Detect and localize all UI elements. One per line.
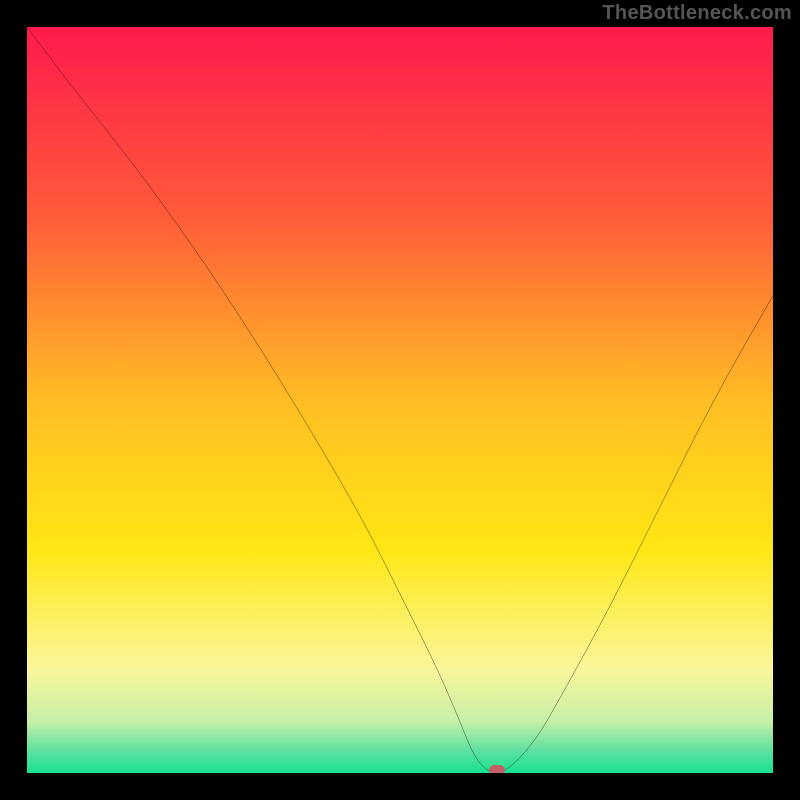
bottleneck-curve: [27, 27, 773, 773]
optimal-point-marker: [489, 765, 505, 773]
watermark-text: TheBottleneck.com: [602, 2, 792, 25]
plot-area: [27, 27, 773, 773]
chart-frame: TheBottleneck.com: [0, 0, 800, 800]
